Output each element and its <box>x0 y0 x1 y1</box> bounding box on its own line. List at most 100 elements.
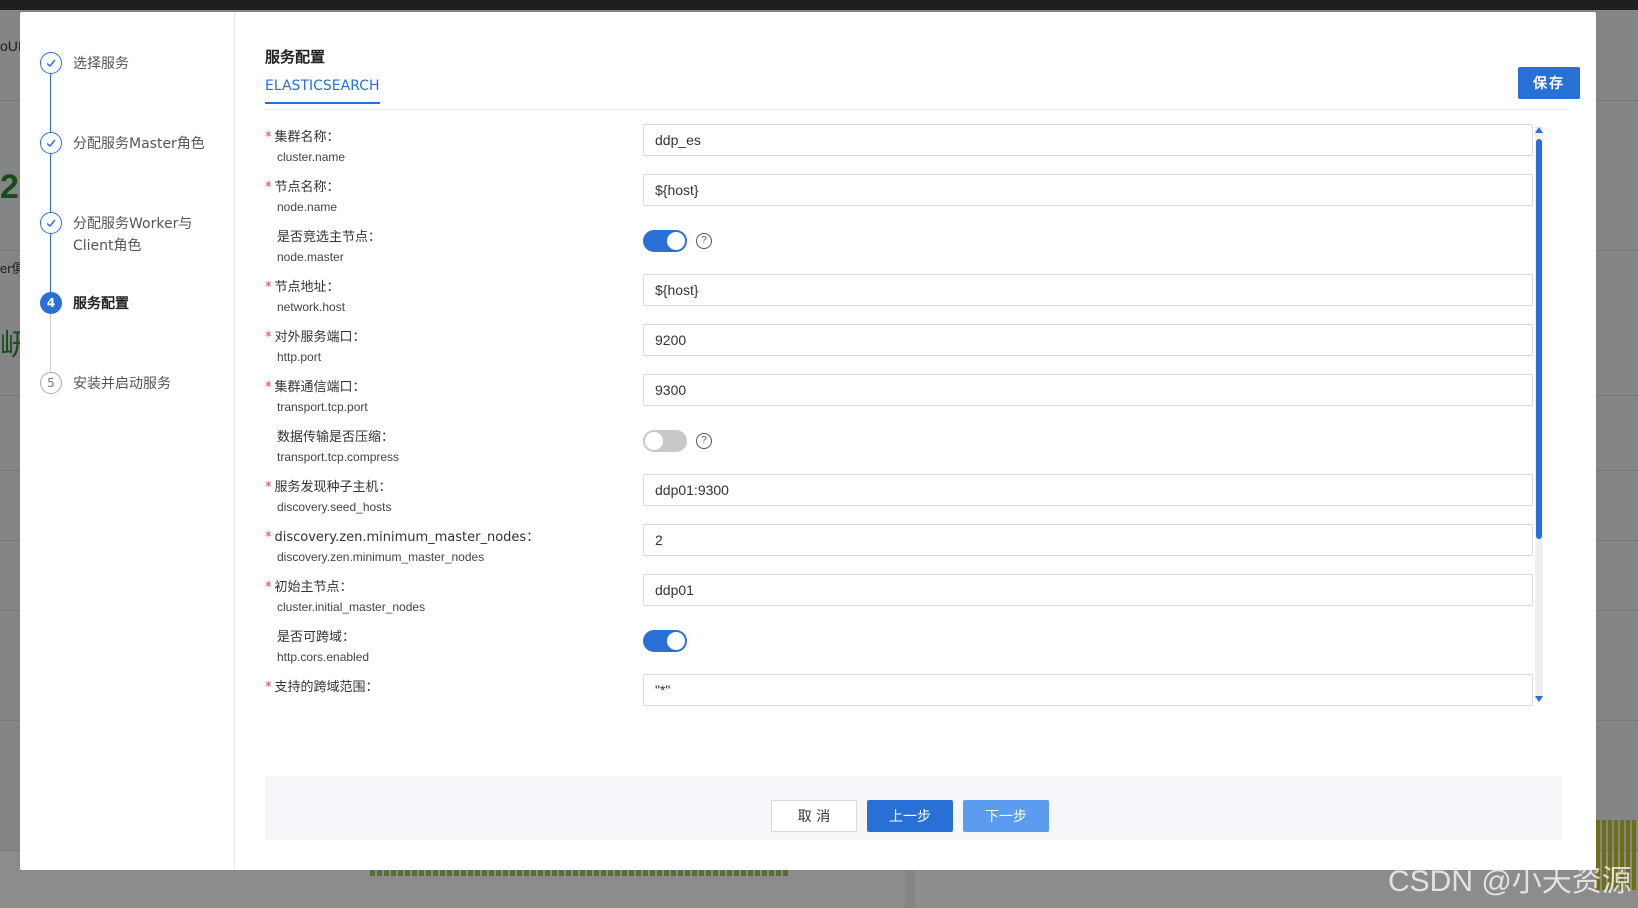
config-content: 服务配置 ELASTICSEARCH 保存 * 集群名称： cluster.name… <box>235 12 1596 870</box>
config-input[interactable]: 9300 <box>643 374 1533 406</box>
field-label-text: 支持的跨域范围： <box>274 680 379 695</box>
field-key: discovery.seed_hosts <box>277 500 392 514</box>
scroll-thumb[interactable] <box>1536 139 1542 539</box>
field-label: 数据传输是否压缩： <box>265 426 394 445</box>
field-label-text: 节点名称： <box>274 180 340 195</box>
form-scrollbar[interactable] <box>1535 127 1543 702</box>
field-label: * 节点名称： <box>265 176 340 195</box>
field-label: 是否竞选主节点： <box>265 226 381 245</box>
field-key: network.host <box>277 300 346 314</box>
config-input[interactable]: ddp01 <box>643 574 1533 606</box>
check-icon <box>40 132 62 154</box>
field-label: * 对外服务端口： <box>265 326 366 345</box>
field-key: transport.tcp.compress <box>277 450 400 464</box>
wizard-steps: 选择服务 分配服务Master角色 分配服务Worker与Client角色 4 … <box>20 12 235 870</box>
field-label-text: 是否竞选主节点： <box>277 230 382 245</box>
step-label: 服务配置 <box>73 296 129 312</box>
field-key: node.master <box>277 250 344 264</box>
field-label: * 节点地址： <box>265 276 340 295</box>
scroll-up-arrow[interactable] <box>1535 127 1543 133</box>
field-label-text: 服务发现种子主机： <box>274 480 392 495</box>
field-label-text: discovery.zen.minimum_master_nodes： <box>274 530 540 545</box>
help-icon[interactable]: ? <box>696 433 712 449</box>
toggle-switch[interactable] <box>643 230 687 252</box>
check-icon <box>40 52 62 74</box>
field-key: cluster.initial_master_nodes <box>277 600 426 614</box>
step-label: 分配服务Master角色 <box>73 136 205 152</box>
wizard-footer: 取 消 上一步 下一步 <box>265 776 1562 840</box>
service-config-modal: 选择服务 分配服务Master角色 分配服务Worker与Client角色 4 … <box>20 12 1596 870</box>
config-input[interactable]: 9200 <box>643 324 1533 356</box>
field-label-text: 集群名称： <box>274 130 340 145</box>
config-form: *集群名称：cluster.nameddp_es?*节点名称：node.name… <box>265 124 1535 734</box>
field-label-text: 数据传输是否压缩： <box>277 430 395 445</box>
form-row: * 节点地址： network.host ${host} <box>265 274 1535 326</box>
config-input[interactable]: 2 <box>643 524 1533 556</box>
step-connector <box>50 74 51 132</box>
help-icon[interactable]: ? <box>696 233 712 249</box>
field-key: node.name <box>277 200 338 214</box>
form-row: 是否可跨域： http.cors.enabled <box>265 624 1535 676</box>
field-label-text: 是否可跨域： <box>277 630 356 645</box>
form-row: * 节点名称： node.name ${host} <box>265 174 1535 226</box>
config-input[interactable]: "*" <box>643 674 1533 706</box>
config-input[interactable]: ${host} <box>643 274 1533 306</box>
check-icon <box>40 212 62 234</box>
field-key: discovery.zen.minimum_master_nodes <box>277 550 485 564</box>
form-row: * 支持的跨域范围： "*" <box>265 674 1535 726</box>
field-label: * 集群通信端口： <box>265 376 366 395</box>
field-label-text: 初始主节点： <box>274 580 353 595</box>
step-number: 4 <box>40 292 62 314</box>
scroll-down-arrow[interactable] <box>1535 696 1543 702</box>
required-marker: * <box>265 580 272 595</box>
step-label: 分配服务Worker与Client角色 <box>73 216 193 254</box>
required-marker: * <box>265 280 272 295</box>
field-label: * 服务发现种子主机： <box>265 476 392 495</box>
field-label: * discovery.zen.minimum_master_nodes： <box>265 526 539 545</box>
config-input[interactable]: ${host} <box>643 174 1533 206</box>
toggle-knob <box>645 432 663 450</box>
required-marker: * <box>265 130 272 145</box>
tab-elasticsearch[interactable]: ELASTICSEARCH <box>265 78 380 104</box>
toggle-knob <box>667 632 685 650</box>
required-marker: * <box>265 180 272 195</box>
tab-divider <box>265 109 1566 110</box>
form-row: 数据传输是否压缩： transport.tcp.compress? <box>265 424 1535 476</box>
form-row: * discovery.zen.minimum_master_nodes： disc… <box>265 524 1535 576</box>
step-connector <box>50 314 51 372</box>
form-row: * 集群通信端口： transport.tcp.port 9300 <box>265 374 1535 426</box>
field-key: http.cors.enabled <box>277 650 370 664</box>
toggle-knob <box>667 232 685 250</box>
next-step-button[interactable]: 下一步 <box>963 800 1049 832</box>
form-row: *集群名称：cluster.nameddp_es? <box>265 124 1535 176</box>
toggle-switch[interactable] <box>643 430 687 452</box>
field-label: 是否可跨域： <box>265 626 355 645</box>
step-number: 5 <box>40 372 62 394</box>
field-label: * 支持的跨域范围： <box>265 676 379 695</box>
config-input[interactable]: ddp_es <box>643 124 1533 156</box>
field-key: http.port <box>277 350 322 364</box>
step-label: 选择服务 <box>73 56 129 72</box>
form-row: 是否竞选主节点： node.master? <box>265 224 1535 276</box>
field-key: transport.tcp.port <box>277 400 368 414</box>
previous-step-button[interactable]: 上一步 <box>867 800 953 832</box>
field-label: * 初始主节点： <box>265 576 353 595</box>
form-row: * 初始主节点： cluster.initial_master_nodes ddp01 <box>265 574 1535 626</box>
form-row: *对外服务端口：http.port9200? <box>265 324 1535 376</box>
step-connector <box>50 154 51 212</box>
cancel-button[interactable]: 取 消 <box>771 800 857 832</box>
required-marker: * <box>265 480 272 495</box>
config-input[interactable]: ddp01:9300 <box>643 474 1533 506</box>
required-marker: * <box>265 530 272 545</box>
toggle-switch[interactable] <box>643 630 687 652</box>
save-button[interactable]: 保存 <box>1518 67 1580 99</box>
required-marker: * <box>265 330 272 345</box>
required-marker: * <box>265 680 272 695</box>
step-connector <box>50 234 51 292</box>
field-label-text: 集群通信端口： <box>274 380 366 395</box>
field-label: * 集群名称： <box>265 126 340 145</box>
field-label-text: 节点地址： <box>274 280 340 295</box>
step-label: 安装并启动服务 <box>73 376 171 392</box>
required-marker: * <box>265 380 272 395</box>
section-title: 服务配置 <box>265 48 326 66</box>
